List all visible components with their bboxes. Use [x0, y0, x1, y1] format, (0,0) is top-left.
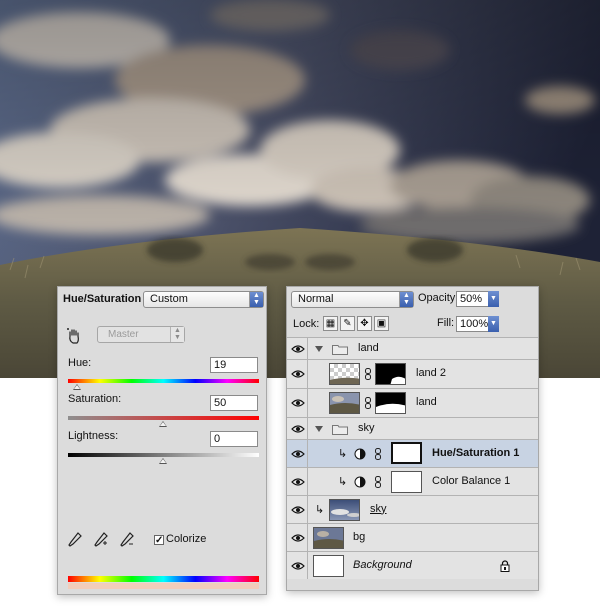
- eye-icon[interactable]: [288, 552, 308, 579]
- lock-all-icon[interactable]: ▣: [374, 316, 389, 331]
- layer-name: land 2: [416, 367, 446, 379]
- layer-name: bg: [353, 530, 366, 543]
- eye-icon[interactable]: [288, 468, 308, 495]
- layer-row-background[interactable]: Background: [287, 551, 538, 579]
- hand-targeted-adjustment-icon[interactable]: [66, 327, 84, 345]
- chevron-updown-icon: ▲ ▼: [399, 292, 413, 307]
- preset-value: Custom: [150, 293, 188, 305]
- hue-input[interactable]: 19: [210, 357, 258, 373]
- chevron-updown-icon: ▲ ▼: [170, 327, 184, 342]
- lock-transparent-icon[interactable]: ▦: [323, 316, 338, 331]
- saturation-input[interactable]: 50: [210, 395, 258, 411]
- eye-icon[interactable]: [288, 389, 308, 417]
- layer-row-group-sky[interactable]: sky: [287, 417, 538, 439]
- chevron-updown-icon: ▲ ▼: [249, 292, 263, 307]
- colorize-checkbox[interactable]: ✓ Colorize: [154, 533, 207, 546]
- layer-row-bg[interactable]: bg: [287, 523, 538, 551]
- folder-icon: [332, 424, 348, 435]
- layer-row-group-land[interactable]: land: [287, 337, 538, 359]
- layer-row-land-2[interactable]: land 2: [287, 359, 538, 388]
- layer-row-land[interactable]: land: [287, 388, 538, 417]
- folder-icon: [332, 344, 348, 355]
- hue-slider-track[interactable]: [68, 379, 259, 383]
- eyedropper-plus-icon[interactable]: [93, 531, 109, 549]
- edit-range-value: Master: [108, 329, 139, 340]
- disclosure-triangle-icon[interactable]: [315, 425, 323, 432]
- eyedropper-minus-icon[interactable]: [119, 531, 135, 549]
- layer-thumbnail: [313, 555, 344, 577]
- layer-row-hue-saturation-1[interactable]: ↳ Hue/Saturation 1: [287, 439, 538, 467]
- eye-icon[interactable]: [288, 360, 308, 388]
- panel-title: Hue/Saturation: [63, 293, 142, 305]
- layer-name: sky: [370, 502, 387, 515]
- lock-paint-icon[interactable]: ✎: [340, 316, 355, 331]
- preset-dropdown[interactable]: Custom ▲ ▼: [143, 291, 264, 308]
- chain-link-icon[interactable]: [374, 475, 382, 488]
- edit-range-dropdown[interactable]: Master ▲ ▼: [97, 326, 185, 343]
- saturation-slider-thumb[interactable]: [159, 421, 167, 427]
- lightness-slider-track[interactable]: [68, 453, 259, 457]
- mask-thumbnail: [391, 442, 422, 464]
- lightness-label: Lightness:: [68, 430, 119, 442]
- eye-icon[interactable]: [288, 338, 308, 359]
- fill-label: Fill:: [437, 317, 455, 329]
- opacity-arrow-icon[interactable]: ▼: [488, 291, 499, 307]
- adjustment-layer-icon: [354, 476, 366, 487]
- layer-thumbnail: [329, 499, 360, 521]
- clipping-arrow-icon: ↳: [315, 503, 325, 516]
- hue-slider-thumb[interactable]: [73, 384, 81, 390]
- hue-label: Hue:: [68, 357, 92, 369]
- adjustment-layer-icon: [354, 448, 366, 459]
- layer-name: Background: [353, 558, 412, 571]
- hue-saturation-panel: Hue/Saturation Custom ▲ ▼ Master ▲ ▼ Hue: …: [57, 286, 267, 595]
- layer-name: Color Balance 1: [432, 474, 511, 487]
- saturation-slider-track[interactable]: [68, 416, 259, 420]
- lightness-slider-thumb[interactable]: [159, 458, 167, 464]
- mask-thumbnail: [375, 392, 406, 414]
- layer-thumbnail: [329, 392, 360, 414]
- clipping-arrow-icon: ↳: [338, 475, 348, 488]
- input-spectrum-bar: [68, 576, 259, 582]
- lock-icon: [500, 559, 510, 572]
- mask-thumbnail: [375, 363, 406, 385]
- chain-link-icon[interactable]: [374, 447, 382, 460]
- layers-panel: Normal ▲ ▼ Opacity: 50% ▼ Lock: ▦ ✎ ✥ ▣ F…: [286, 286, 539, 591]
- layer-name: Hue/Saturation 1: [432, 446, 520, 459]
- layer-name: land: [416, 396, 437, 408]
- output-spectrum-bar: [68, 583, 259, 589]
- layer-name: land: [358, 341, 379, 354]
- opacity-label: Opacity:: [418, 292, 459, 304]
- layer-thumbnail: [313, 527, 344, 549]
- saturation-label: Saturation:: [68, 393, 122, 405]
- eye-icon[interactable]: [288, 496, 308, 523]
- eye-icon[interactable]: [288, 524, 308, 551]
- blend-mode-dropdown[interactable]: Normal ▲ ▼: [291, 291, 414, 308]
- eye-icon[interactable]: [288, 440, 308, 467]
- chain-link-icon[interactable]: [364, 397, 372, 409]
- blend-mode-value: Normal: [298, 293, 334, 305]
- colorize-label: Colorize: [166, 533, 207, 545]
- layer-name: sky: [358, 421, 375, 434]
- lock-move-icon[interactable]: ✥: [357, 316, 372, 331]
- lock-label: Lock:: [293, 318, 320, 330]
- chain-link-icon[interactable]: [364, 368, 372, 380]
- lightness-input[interactable]: 0: [210, 431, 258, 447]
- fill-arrow-icon[interactable]: ▼: [488, 316, 499, 332]
- layer-thumbnail: [329, 363, 360, 385]
- disclosure-triangle-icon[interactable]: [315, 345, 323, 352]
- layer-row-color-balance-1[interactable]: ↳ Color Balance 1: [287, 467, 538, 495]
- layer-row-sky[interactable]: ↳ sky: [287, 495, 538, 523]
- mask-thumbnail: [391, 471, 422, 493]
- eyedropper-icon[interactable]: [67, 531, 83, 549]
- checkmark-icon: ✓: [154, 535, 164, 546]
- clipping-arrow-icon: ↳: [338, 447, 348, 460]
- eye-icon[interactable]: [288, 418, 308, 439]
